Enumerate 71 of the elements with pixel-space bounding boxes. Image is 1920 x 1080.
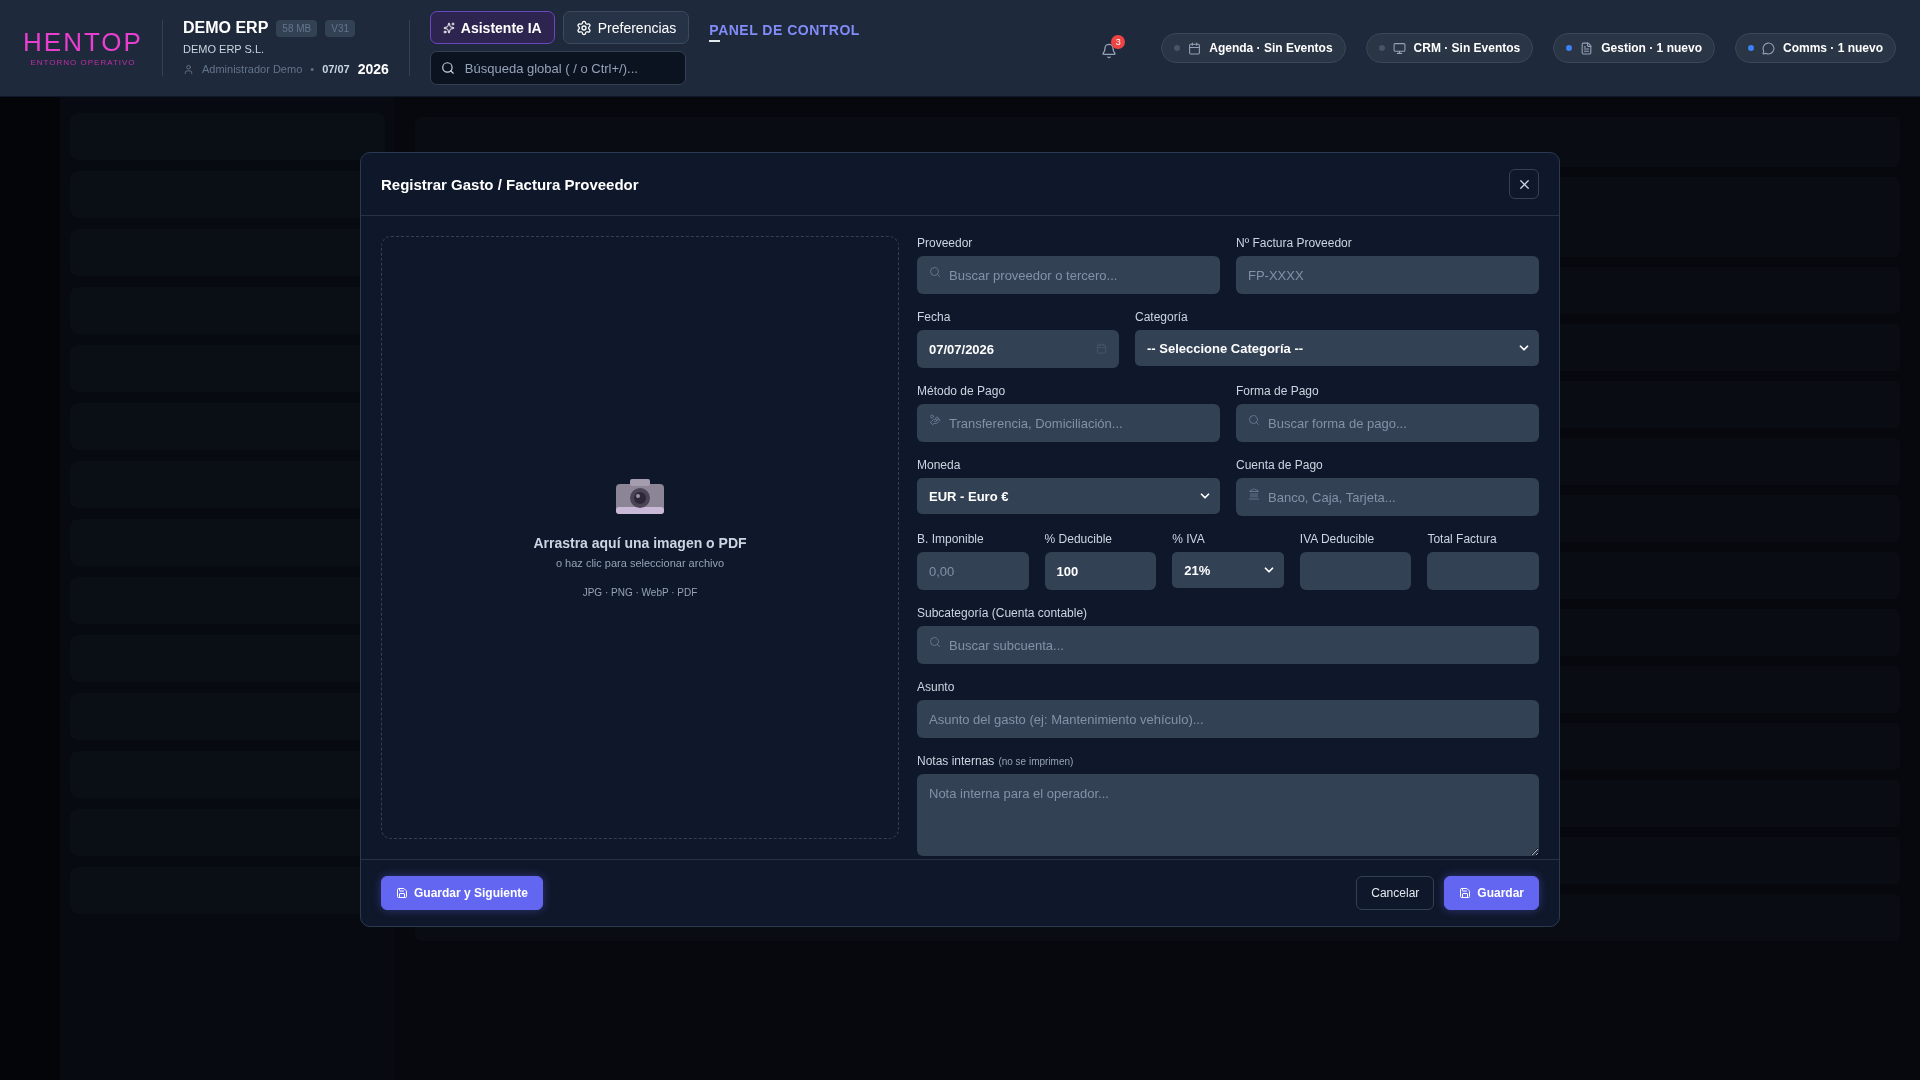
logo-subtitle: ENTORNO OPERATIVO [30, 58, 136, 67]
footer-button[interactable]: Guardar y Siguiente [381, 876, 544, 910]
bell-icon [1101, 43, 1118, 59]
dropzone-title: Arrastra aquí una imagen o PDF [533, 535, 747, 551]
footer-button[interactable]: Cancelar [1356, 876, 1435, 910]
calendar-icon [1188, 41, 1202, 55]
field-label: Forma de Pago [1236, 384, 1320, 398]
search-field[interactable]: Búsqueda global ( / o Ctrl+/)... [429, 51, 686, 85]
field-label: Nº Factura Proveedor [1236, 236, 1353, 250]
preferences-button[interactable]: Preferencias [562, 11, 690, 44]
close-button[interactable] [1509, 169, 1539, 199]
user-icon [183, 63, 194, 75]
dropzone-hint: o haz clic para seleccionar archivo [555, 557, 725, 569]
status-pill[interactable]: Comms · 1 nuevo [1734, 33, 1896, 63]
input-field[interactable]: Buscar subcuenta... [917, 626, 1539, 664]
field-label: Categoría [1135, 310, 1189, 324]
date-text: 07/07 [322, 63, 350, 75]
user-name: Administrador Demo [202, 63, 303, 75]
chat-icon [1761, 41, 1775, 55]
monitor-icon [1392, 41, 1406, 55]
select-field[interactable]: EUR - Euro € [917, 478, 1220, 514]
save-icon [396, 887, 408, 899]
input-field[interactable]: Asunto del gasto (ej: Mantenimiento vehículo)... [917, 700, 1539, 738]
field-label: Asunto [917, 680, 956, 694]
dialog-title: Registrar Gasto / Factura Proveedor [381, 175, 639, 193]
status-pill[interactable]: Agenda · Sin Eventos [1161, 33, 1346, 63]
input-field[interactable]: 0,00 [917, 552, 1029, 590]
app-name: DEMO ERP [183, 19, 269, 37]
input-field[interactable]: Transferencia, Domiciliación... [917, 404, 1220, 442]
file-dropzone[interactable]: Arrastra aquí una imagen o PDF o haz clic para seleccionar archivo JPG · PNG · WebP · PDF [381, 236, 899, 839]
sparkle-icon [442, 21, 455, 34]
field-label: % IVA [1172, 532, 1206, 546]
footer-button[interactable]: Guardar [1444, 876, 1539, 910]
assistant-button[interactable]: Asistente IA [429, 11, 555, 44]
field-label: Notas internas [917, 754, 995, 768]
field-label: B. Imponible [917, 532, 985, 546]
field-note: (no se imprimen) [998, 756, 1074, 767]
input-field[interactable] [1299, 552, 1412, 590]
date-field[interactable]: 07/07/2026 [917, 330, 1119, 368]
input-field[interactable]: Banco, Caja, Tarjeta... [1236, 478, 1539, 516]
select-field[interactable]: 21% [1172, 552, 1284, 588]
logo: HENTOP [23, 29, 143, 55]
document-icon [1580, 41, 1594, 55]
camera-icon [615, 477, 665, 515]
company-name: DEMO ERP S.L. [183, 43, 266, 55]
year-text: 2026 [357, 61, 389, 77]
section-title: PANEL DE CONTROL [709, 22, 860, 38]
status-pill[interactable]: Gestion · 1 nuevo [1553, 33, 1715, 63]
input-field[interactable]: Buscar forma de pago... [1236, 404, 1539, 442]
save-icon [1459, 887, 1472, 899]
field-label: IVA Deducible [1299, 532, 1376, 546]
notes-field[interactable]: Nota interna para el operador... [917, 774, 1539, 856]
notification-count: 3 [1111, 35, 1126, 49]
input-field[interactable]: 100 [1044, 552, 1157, 590]
input-field[interactable]: Buscar proveedor o tercero... [917, 256, 1220, 294]
field-label: Proveedor [917, 236, 974, 250]
notifications-button[interactable]: 3 [1099, 35, 1126, 61]
field-label: Moneda [917, 458, 962, 472]
field-label: Subcategoría (Cuenta contable) [917, 606, 1089, 620]
field-label: Fecha [917, 310, 952, 324]
dropzone-formats: JPG · PNG · WebP · PDF [582, 587, 698, 598]
settings-icon [575, 19, 592, 36]
input-field[interactable] [1427, 552, 1539, 590]
select-field[interactable]: -- Seleccione Categoría -- [1135, 330, 1539, 366]
field-label: Cuenta de Pago [1236, 458, 1324, 472]
field-label: Total Factura [1427, 532, 1498, 546]
status-pill[interactable]: CRM · Sin Eventos [1365, 33, 1534, 63]
separator-dot: • [310, 63, 315, 75]
input-field[interactable]: FP-XXXX [1236, 256, 1539, 294]
field-label: % Deducible [1044, 532, 1113, 546]
field-label: Método de Pago [917, 384, 1007, 398]
